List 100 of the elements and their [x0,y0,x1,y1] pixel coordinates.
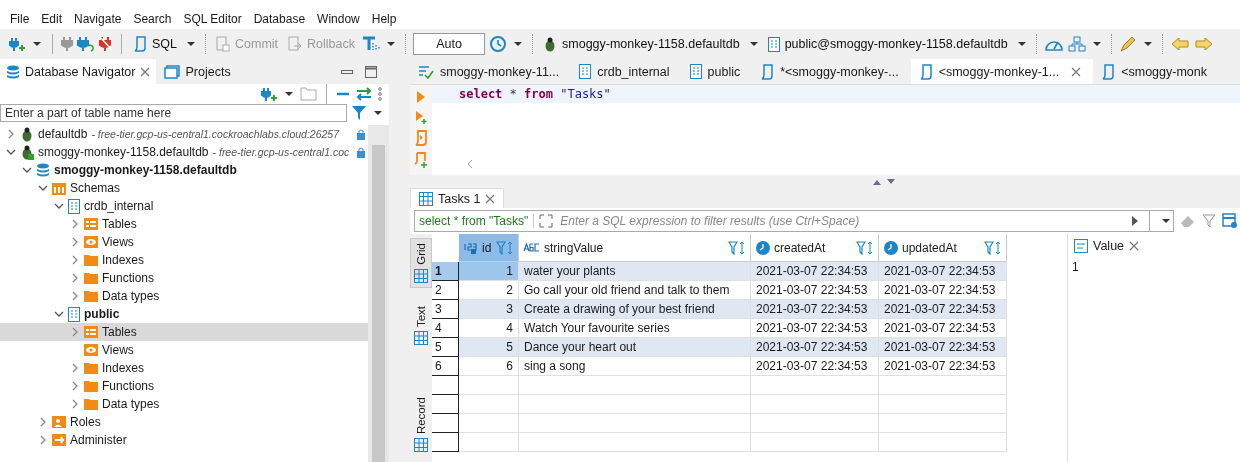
more-icon[interactable] [377,87,383,101]
close-icon[interactable] [1129,241,1140,251]
hierarchy-icon[interactable] [1067,36,1086,52]
menu-item[interactable]: File [4,11,36,26]
column-header[interactable]: createdAt [751,234,879,262]
filter-sort-icon[interactable] [496,240,514,255]
chevron-right-icon[interactable] [70,291,80,301]
chevron-right-icon[interactable] [38,435,48,445]
chevron-right-icon[interactable] [70,255,80,265]
results-tab[interactable]: Tasks 1 [410,188,505,208]
menu-item[interactable]: Navigate [68,11,128,26]
dropdown-caret-icon[interactable] [749,42,758,46]
filter-sort-icon[interactable] [728,240,746,255]
plug-disconnect-icon[interactable] [99,36,113,52]
plug-refresh-icon[interactable] [77,36,95,52]
row-number[interactable]: 6 [432,357,459,376]
scroll-left-icon[interactable] [466,159,474,169]
tree-row[interactable]: Indexes [0,251,368,269]
sql-editor-button[interactable]: SQL [130,34,180,54]
tree-row[interactable]: Data types [0,287,368,305]
editor-tab[interactable]: public [681,59,753,84]
chevron-right-icon[interactable] [70,219,80,229]
chevron-right-icon[interactable] [70,327,80,337]
tree-row[interactable]: Tables [0,323,368,341]
pen-icon[interactable] [1118,35,1137,53]
table-filter-field[interactable]: Enter a part of table name here [0,104,347,122]
execute-script-icon[interactable] [415,130,427,146]
row-number[interactable]: 5 [432,338,459,357]
restore-panels-icon[interactable] [872,177,898,186]
chevron-right-icon[interactable] [70,381,80,391]
execute-script-new-tab-icon[interactable] [414,152,428,168]
eraser-icon[interactable] [1180,214,1196,228]
dropdown-caret-icon[interactable] [1092,42,1101,46]
back-arrow-icon[interactable] [1169,36,1190,52]
plug-icon[interactable] [61,36,73,52]
apply-filter-icon[interactable] [1130,215,1140,227]
tree-row[interactable]: defaultdb - free-tier.gcp-us-central1.cockroachlabs.cloud:26257 [0,125,368,143]
scrollbar[interactable] [368,125,389,462]
column-header[interactable]: updatedAt [879,234,1007,262]
plug-add-icon[interactable] [260,86,278,102]
plug-add-icon[interactable] [8,36,26,52]
execute-icon[interactable] [415,90,427,104]
menu-item[interactable]: Window [311,11,366,26]
tree-row[interactable]: Roles [0,413,368,431]
tree-row[interactable]: Views [0,233,368,251]
chevron-right-icon[interactable] [70,399,80,409]
value-panel-tab[interactable]: Value [1068,234,1146,258]
menu-item[interactable]: SQL Editor [177,11,248,26]
table-settings-icon[interactable] [1222,213,1238,229]
tree-row[interactable]: Administer [0,431,368,449]
tree-row[interactable]: Schemas [0,179,368,197]
tree-row[interactable]: Tables [0,215,368,233]
column-header[interactable]: stringValue [519,234,751,262]
panel-tab[interactable]: Projects [158,59,237,84]
dropdown-caret-icon[interactable] [187,42,195,46]
chevron-right-icon[interactable] [6,129,16,139]
row-number[interactable]: 3 [432,300,459,319]
active-connection-selector[interactable]: smoggy-monkey-1158.defaultdb [540,34,743,54]
link-arrows-icon[interactable] [355,87,373,101]
chevron-right-icon[interactable] [70,237,80,247]
dropdown-caret-icon[interactable] [1162,219,1170,223]
chevron-down-icon[interactable] [6,147,16,157]
dropdown-caret-icon[interactable] [374,111,382,115]
tree-row[interactable]: public [0,305,368,323]
close-icon[interactable] [485,193,496,204]
forward-arrow-icon[interactable] [1193,36,1214,52]
chevron-right-icon[interactable] [70,273,80,283]
dropdown-caret-icon[interactable] [387,42,395,46]
menu-item[interactable]: Search [127,11,178,26]
tree-row[interactable]: crdb_internal [0,197,368,215]
editor-tab[interactable]: crdb_internal [571,59,682,84]
chevron-down-icon[interactable] [22,165,32,175]
menu-item[interactable]: Edit [35,11,69,26]
editor-tab[interactable]: <smoggy-monkey-1... [910,59,1094,84]
query-label[interactable]: select * from "Tasks" [419,214,535,228]
tree-row[interactable]: Indexes [0,359,368,377]
close-icon[interactable] [1071,66,1082,77]
tree-row[interactable]: smoggy-monkey-1158.defaultdb - free-tier.gcp-us-central1.coc [0,143,368,161]
transaction-mode-field[interactable]: Auto [413,33,485,55]
dropdown-caret-icon[interactable] [33,42,41,46]
results-filter-bar[interactable]: select * from "Tasks" Enter a SQL expression to filter results (use Ctrl+Space) [414,210,1174,232]
execute-new-tab-icon[interactable] [414,110,428,124]
editor-tab[interactable]: <smoggy-monk [1093,59,1219,84]
view-mode-tab[interactable]: Grid [410,238,432,288]
row-number[interactable]: 4 [432,319,459,338]
view-mode-tab[interactable]: Record [410,392,432,456]
row-number[interactable]: 2 [432,281,459,300]
chevron-down-icon[interactable] [54,201,64,211]
dropdown-caret-icon[interactable] [285,92,293,96]
filter-icon[interactable] [1202,214,1216,228]
active-schema-selector[interactable]: public@smoggy-monkey-1158.defaultdb [764,34,1011,54]
chevron-right-icon[interactable] [38,417,48,427]
menu-item[interactable]: Help [365,11,403,26]
column-header[interactable]: id [459,234,519,262]
view-mode-tab[interactable]: Text [410,301,432,349]
dropdown-caret-icon[interactable] [514,42,522,46]
row-number[interactable]: 1 [432,262,459,281]
transaction-mode-icon[interactable] [362,36,380,52]
chevron-right-icon[interactable] [70,363,80,373]
chevron-down-icon[interactable] [54,309,64,319]
